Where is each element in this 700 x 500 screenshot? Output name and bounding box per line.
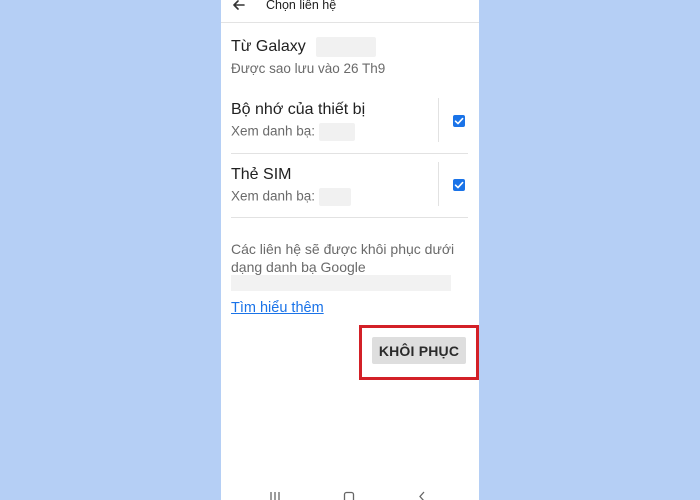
phone-screen: Chọn liên hệ Từ Galaxy Được sao lưu vào …: [221, 0, 479, 500]
redacted-account: [231, 275, 451, 291]
checkmark-icon: [454, 117, 464, 125]
vertical-divider: [438, 162, 439, 206]
option-sim-card-title: Thẻ SIM: [231, 166, 292, 183]
home-icon[interactable]: [343, 491, 355, 500]
restore-button[interactable]: KHÔI PHỤC: [372, 337, 466, 364]
option-device-storage-title: Bộ nhớ của thiết bị: [231, 101, 366, 118]
device-storage-checkbox[interactable]: [453, 115, 465, 127]
learn-more-link[interactable]: Tìm hiểu thêm: [231, 300, 324, 316]
recents-icon[interactable]: [269, 491, 281, 500]
option-sim-card[interactable]: Thẻ SIM Xem danh bạ:: [231, 166, 469, 206]
divider: [231, 217, 468, 218]
option-sim-card-subtitle: Xem danh bạ:: [231, 188, 469, 206]
backup-source-date: Được sao lưu vào 26 Th9: [231, 61, 386, 76]
nav-back-icon[interactable]: [416, 491, 428, 500]
option-device-storage[interactable]: Bộ nhớ của thiết bị Xem danh bạ:: [231, 101, 469, 141]
vertical-divider: [438, 98, 439, 142]
back-arrow-icon[interactable]: [231, 0, 247, 13]
backup-source-title: Từ Galaxy: [231, 37, 469, 57]
option-device-storage-subtitle: Xem danh bạ:: [231, 123, 469, 141]
sim-card-checkbox[interactable]: [453, 179, 465, 191]
page-title: Chọn liên hệ: [266, 0, 337, 12]
backup-source: Từ Galaxy Được sao lưu vào 26 Th9: [231, 37, 469, 76]
checkmark-icon: [454, 181, 464, 189]
redacted-count: [318, 123, 355, 141]
system-nav-bar: [221, 484, 479, 500]
divider: [231, 153, 468, 154]
restore-info-text: Các liên hệ sẽ được khôi phục dưới dạng …: [231, 241, 455, 275]
redacted-count: [318, 188, 351, 206]
app-bar: Chọn liên hệ: [221, 0, 479, 23]
redacted-device-name: [316, 37, 377, 57]
